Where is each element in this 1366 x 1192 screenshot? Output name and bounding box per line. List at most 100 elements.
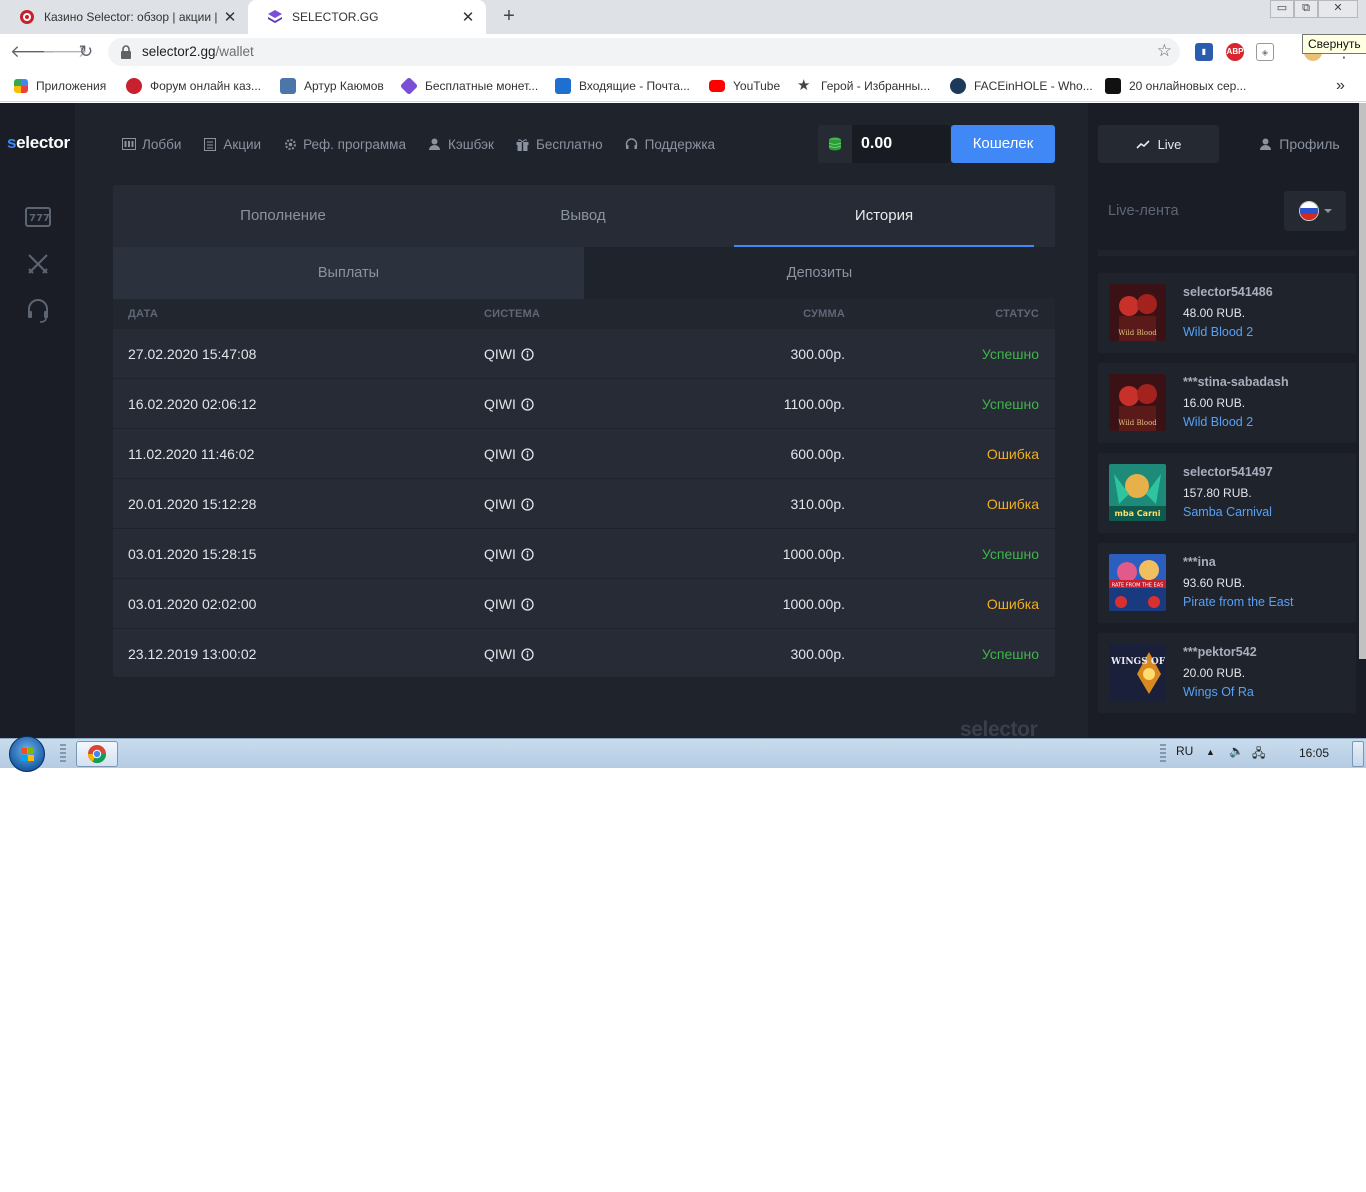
address-bar[interactable]: selector2.gg/wallet ☆: [108, 38, 1180, 66]
bookmark-hero[interactable]: ★ Герой - Избранны...: [797, 77, 930, 95]
info-icon[interactable]: [521, 347, 534, 361]
row-status: Успешно: [981, 646, 1039, 662]
feed-amount: 93.60 RUB.: [1183, 576, 1246, 590]
extension-bookmark-icon[interactable]: ▮: [1195, 43, 1213, 61]
nav-support[interactable]: Поддержка: [625, 137, 715, 152]
close-tab-icon[interactable]: ✕: [218, 8, 242, 26]
list-item[interactable]: mba Carni selector541497 157.80 RUB. Sam…: [1098, 453, 1356, 533]
bookmark-youtube[interactable]: YouTube: [709, 77, 780, 95]
headset-icon[interactable]: [22, 297, 54, 325]
windows-start-button[interactable]: [9, 736, 45, 772]
back-icon[interactable]: 🡐: [10, 40, 56, 64]
show-desktop-button[interactable]: [1352, 741, 1364, 767]
subtab-payouts[interactable]: Выплаты: [113, 247, 584, 299]
live-button[interactable]: Live: [1098, 125, 1219, 163]
bookmark-mail[interactable]: Входящие - Почта...: [555, 77, 690, 95]
wallet-tabs: Пополнение Вывод История: [113, 185, 1055, 247]
info-icon[interactable]: [521, 397, 534, 411]
info-icon[interactable]: [521, 447, 534, 461]
feed-game-link[interactable]: Pirate from the East: [1183, 595, 1293, 609]
browser-tab-strip: Казино Selector: обзор | акции | ✕ SELEC…: [0, 0, 1366, 34]
row-status: Ошибка: [986, 596, 1039, 612]
feed-username: ***pektor542: [1183, 645, 1257, 659]
table-row: 03.01.2020 15:28:15 QIWI 1000.00р. Успеш…: [113, 529, 1055, 579]
network-icon[interactable]: 🖧: [1252, 744, 1265, 765]
bookmark-apps[interactable]: Приложения: [14, 77, 106, 95]
star-icon: ★: [797, 77, 811, 94]
page-scrollbar[interactable]: [1359, 103, 1366, 659]
reload-icon[interactable]: ↻: [74, 40, 98, 64]
nav-referral[interactable]: Реф. программа: [283, 137, 406, 152]
bookmark-star-icon[interactable]: ☆: [1157, 41, 1172, 61]
feed-game-link[interactable]: Wild Blood 2: [1183, 325, 1253, 339]
list-item[interactable]: Wild Blood selector541486 48.00 RUB. Wil…: [1098, 273, 1356, 353]
feed-game-link[interactable]: Wild Blood 2: [1183, 415, 1253, 429]
feed-amount: 48.00 RUB.: [1183, 306, 1246, 320]
tray-grip[interactable]: [1160, 744, 1166, 764]
tab-withdraw[interactable]: Вывод: [433, 185, 733, 247]
balance-amount: 0.00: [861, 135, 893, 152]
feed-amount: 20.00 RUB.: [1183, 666, 1246, 680]
trend-icon: [1135, 139, 1150, 149]
list-item[interactable]: RATE FROM THE EAS ***ina 93.60 RUB. Pira…: [1098, 543, 1356, 623]
close-window-button[interactable]: ✕: [1318, 0, 1358, 18]
tab-deposit[interactable]: Пополнение: [133, 185, 433, 247]
list-item[interactable]: WINGS OF RA ***pektor542 20.00 RUB. Wing…: [1098, 633, 1356, 713]
row-sum: 1100.00р.: [783, 396, 845, 412]
row-sum: 1000.00р.: [782, 546, 845, 562]
new-tab-button[interactable]: +: [498, 5, 520, 27]
row-system: QIWI: [484, 346, 534, 362]
bookmark-coins[interactable]: Бесплатные монет...: [399, 76, 538, 96]
nav-lobby[interactable]: Лобби: [122, 137, 181, 152]
info-icon[interactable]: [521, 647, 534, 661]
list-item[interactable]: Wild Blood ***stina-sabadash 16.00 RUB. …: [1098, 363, 1356, 443]
profile-button[interactable]: Профиль: [1240, 125, 1360, 163]
row-system: QIWI: [484, 646, 534, 662]
browser-tab-selector[interactable]: SELECTOR.GG ✕: [248, 0, 486, 34]
shield-icon[interactable]: ◈: [1256, 43, 1274, 61]
bookmarks-overflow[interactable]: »: [1336, 77, 1345, 95]
site-logo[interactable]: selector: [7, 133, 70, 153]
close-tab-icon[interactable]: ✕: [456, 8, 480, 26]
feed-game-link[interactable]: Samba Carnival: [1183, 505, 1272, 519]
nav-cashback[interactable]: Кэшбэк: [428, 137, 494, 152]
info-icon[interactable]: [521, 597, 534, 611]
chrome-icon: [88, 745, 106, 764]
crossed-swords-icon[interactable]: [22, 250, 54, 278]
minimize-button[interactable]: ▭: [1270, 0, 1294, 18]
bookmark-forum[interactable]: Форум онлайн каз...: [126, 77, 261, 95]
column-system: СИСТЕМА: [484, 308, 541, 320]
nav-promotions[interactable]: Акции: [203, 137, 261, 152]
chevron-up-icon[interactable]: ▲: [1206, 747, 1215, 757]
feed-amount: 157.80 RUB.: [1183, 486, 1252, 500]
browser-tab-casino-review[interactable]: Казино Selector: обзор | акции | ✕: [0, 0, 248, 34]
feed-game-link[interactable]: Wings Of Ra: [1183, 685, 1254, 699]
info-icon[interactable]: [521, 547, 534, 561]
row-date: 27.02.2020 15:47:08: [128, 346, 257, 362]
subtab-deposits[interactable]: Депозиты: [584, 247, 1055, 299]
nav-free[interactable]: Бесплатно: [516, 137, 603, 152]
chrome-taskbar-button[interactable]: [76, 741, 118, 767]
adblock-icon[interactable]: ABP: [1226, 43, 1244, 61]
forward-icon[interactable]: 🡒: [42, 40, 88, 64]
taskbar-grip[interactable]: [60, 744, 66, 764]
casino-favicon: [18, 8, 36, 26]
row-status: Ошибка: [986, 446, 1039, 462]
bookmark-itc[interactable]: 20 онлайновых сер...: [1105, 77, 1246, 95]
clock[interactable]: 16:05: [1299, 746, 1329, 760]
restore-button[interactable]: ⧉: [1294, 0, 1318, 18]
bookmark-faceinhole[interactable]: FACEinHOLE - Who...: [950, 77, 1093, 95]
tab-history[interactable]: История: [734, 185, 1034, 247]
wallet-button[interactable]: Кошелек: [951, 125, 1055, 163]
language-selector[interactable]: [1284, 191, 1346, 231]
speaker-icon[interactable]: 🔈: [1229, 744, 1244, 758]
slots-icon[interactable]: 777: [22, 203, 54, 231]
language-indicator[interactable]: RU: [1176, 744, 1193, 758]
svg-text:mba Carni: mba Carni: [1115, 509, 1161, 518]
row-status: Успешно: [981, 396, 1039, 412]
feed-amount: 16.00 RUB.: [1183, 396, 1246, 410]
history-subtabs: Выплаты Депозиты: [113, 247, 1055, 299]
history-table: 27.02.2020 15:47:08 QIWI 300.00р. Успешн…: [113, 329, 1055, 679]
info-icon[interactable]: [521, 497, 534, 511]
bookmark-vk[interactable]: Артур Каюмов: [280, 77, 384, 95]
